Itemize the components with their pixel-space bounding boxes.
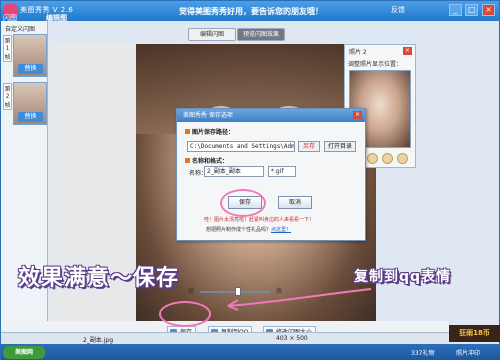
dialog-cancel-button[interactable]: 取消 xyxy=(278,196,312,209)
name-section-text: 名称和格式： xyxy=(192,158,229,165)
replace-frame-1-button[interactable]: 替换 xyxy=(18,64,43,74)
name-section-label: 名称和格式： xyxy=(185,156,228,165)
view-tabs: 编辑闪图 预览闪图效果 xyxy=(188,28,286,41)
dialog-close-icon[interactable]: × xyxy=(353,111,362,119)
bullet-icon xyxy=(185,158,190,163)
reset-icon[interactable] xyxy=(397,153,408,164)
dialog-title: 美图秀秀 保存选项 xyxy=(177,109,365,122)
frame-thumbnail-2[interactable]: 第2帧 替换 xyxy=(3,82,47,125)
file-format-select[interactable]: *.gif xyxy=(268,166,296,177)
dialog-tip-text: 哇！图片太漂亮啦！赶紧叫身边的人来看看一下！ xyxy=(204,217,315,223)
replace-frame-2-button[interactable]: 替换 xyxy=(18,112,43,122)
tab-preview-flash[interactable]: 预览闪图效果 xyxy=(237,28,285,41)
ad-banner[interactable]: 狂雨18币 xyxy=(449,325,500,342)
frame-thumbnail-1[interactable]: 第1帧 替换 xyxy=(3,34,47,77)
speed-slow-label: 慢 xyxy=(188,288,195,295)
highlight-circle-save xyxy=(220,189,266,217)
tray-item-gift[interactable]: 337礼物 xyxy=(411,348,434,357)
flip-icon[interactable] xyxy=(382,153,393,164)
maximize-button[interactable]: □ xyxy=(465,4,479,16)
save-options-dialog: 美图秀秀 保存选项 × 图片保存路径： C:\Documents and Set… xyxy=(176,108,366,241)
start-button[interactable]: 美图网 xyxy=(3,346,45,359)
frame-index-1: 第1帧 xyxy=(3,35,12,62)
path-section-label: 图片保存路径： xyxy=(185,127,234,136)
feedback-link[interactable]: 反馈 xyxy=(391,5,405,15)
save-as-button[interactable]: 另存 xyxy=(298,141,320,152)
open-directory-button[interactable]: 打开目录 xyxy=(324,141,356,152)
taskbar: 美图网 337礼物 照片冲印 xyxy=(1,344,500,360)
rotate-icon[interactable] xyxy=(367,153,378,164)
slogan-text: 觉得美图秀秀好用，要告诉您的朋友哦！ xyxy=(179,7,323,16)
caption-save: 效果满意～保存 xyxy=(18,266,180,291)
frame-list-label: 自定义闪图 xyxy=(5,26,36,33)
window-controls: _ □ × xyxy=(448,4,495,16)
status-dimensions: 403 × 500 xyxy=(276,335,308,342)
photo-panel-close-icon[interactable]: × xyxy=(403,47,412,55)
status-filename: 2_副本.jpg xyxy=(83,337,114,344)
app-window: 美图秀秀 V 2.6 闪图 编辑图 觉得美图秀秀好用，要告诉您的朋友哦！ 反馈 … xyxy=(0,0,500,360)
gift-promo-text: 想把照片制作成个性礼品吗？点这里！ xyxy=(206,226,291,233)
annotation-arrow-icon xyxy=(227,288,372,311)
title-bar: 美图秀秀 V 2.6 闪图 编辑图 觉得美图秀秀好用，要告诉您的朋友哦！ 反馈 … xyxy=(1,1,499,23)
current-mode-label[interactable]: 编辑图 xyxy=(46,13,67,23)
file-name-field[interactable]: 2_副本_副本 xyxy=(204,166,264,177)
minimize-button[interactable]: _ xyxy=(448,4,462,16)
photo-panel-subtitle: 调整照片显示位置： xyxy=(348,61,403,68)
frame-index-2: 第2帧 xyxy=(3,83,12,110)
caption-copy-qq: 复制到qq表情 xyxy=(354,269,452,285)
highlight-circle-bottom-save xyxy=(159,301,211,327)
tab-edit-flash[interactable]: 编辑闪图 xyxy=(188,28,236,41)
path-section-text: 图片保存路径： xyxy=(192,129,235,136)
gift-promo-link[interactable]: 点这里！ xyxy=(271,227,291,233)
bullet-icon xyxy=(185,129,190,134)
close-button[interactable]: × xyxy=(482,4,495,16)
status-bar: 2_副本.jpg 403 × 500 xyxy=(1,332,449,344)
tray-item-print[interactable]: 照片冲印 xyxy=(456,348,480,357)
save-path-field[interactable]: C:\Documents and Settings\Admir xyxy=(187,141,295,152)
gift-promo-label: 想把照片制作成个性礼品吗？ xyxy=(206,227,272,233)
